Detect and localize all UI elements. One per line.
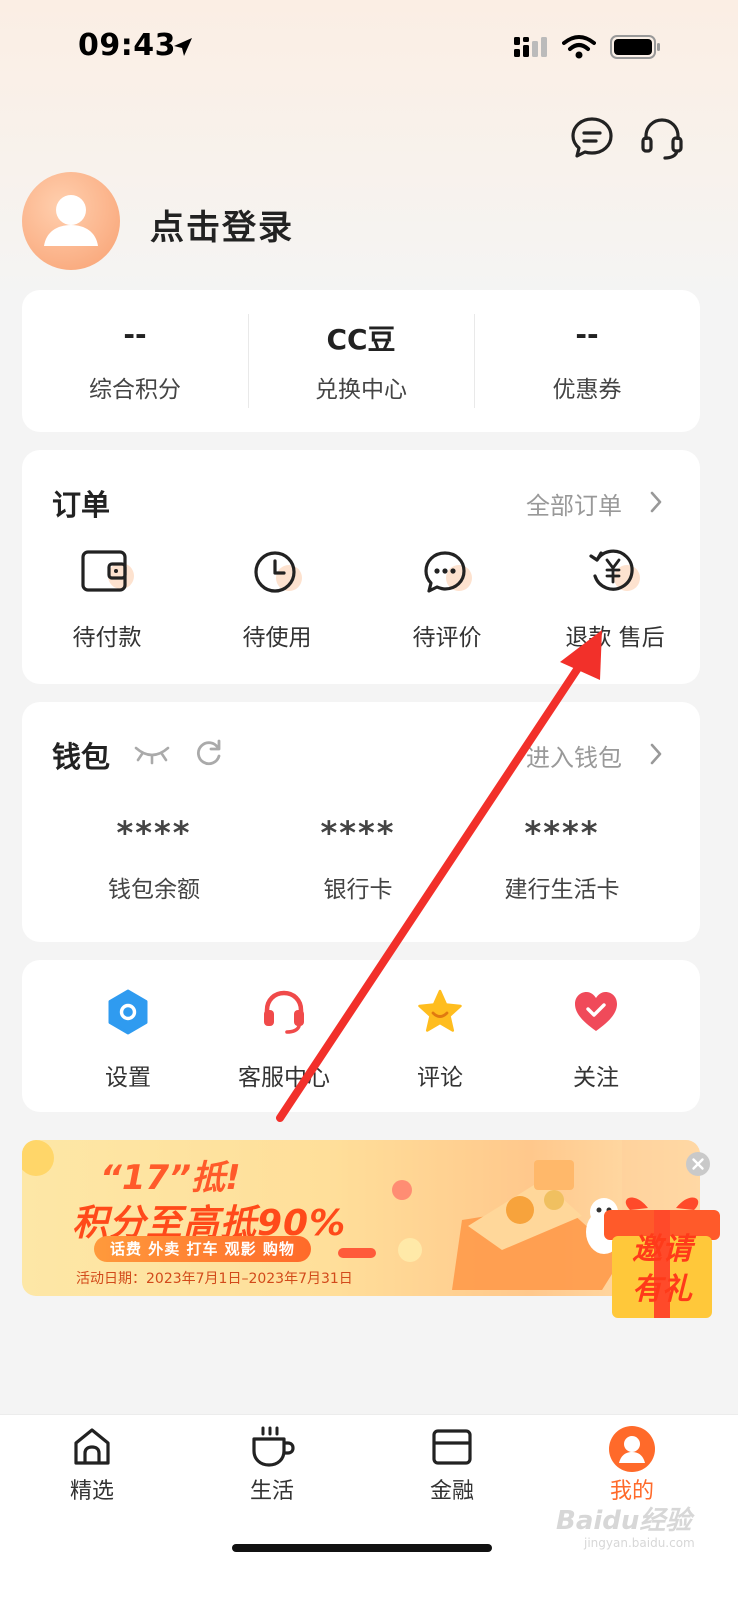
points-summary-card: -- 综合积分 CC豆 兑换中心 -- 优惠券: [22, 290, 700, 432]
card-icon: [432, 1429, 472, 1465]
order-item-label: 待使用: [242, 625, 312, 651]
stat-label: 优惠券: [552, 377, 622, 403]
banner-date: 活动日期：2023年7月1日–2023年7月31日: [76, 1271, 353, 1287]
service-label: 关注: [573, 1065, 619, 1091]
service-reviews[interactable]: 评论: [362, 988, 518, 1098]
battery-icon: [610, 35, 660, 59]
banner-close-button[interactable]: [686, 1152, 710, 1176]
avatar[interactable]: [22, 172, 120, 270]
stat-label: 综合积分: [89, 377, 181, 403]
star-icon: [418, 989, 462, 1032]
settings-hexagon-icon: [108, 989, 148, 1035]
wallet-balance-label[interactable]: 钱包余额: [54, 870, 254, 904]
wallet-card: 钱包 进入钱包 **** 钱包余额 **** 银行卡 **** 建行生活卡: [22, 702, 700, 942]
service-label: 评论: [417, 1065, 463, 1091]
stat-value: CC豆: [326, 323, 396, 356]
orders-title: 订单: [52, 488, 111, 522]
wallet-icon: [81, 550, 134, 592]
enter-wallet-link[interactable]: 进入钱包: [526, 738, 622, 773]
banner-title-line1: “17”抵!: [100, 1158, 241, 1198]
wallet-title: 钱包: [52, 740, 111, 774]
location-arrow-icon: [174, 38, 192, 56]
default-user-icon: [44, 195, 98, 246]
watermark-url: jingyan.baidu.com: [584, 1536, 695, 1550]
order-item-label: 待评价: [412, 625, 482, 651]
tab-label: 金融: [429, 1479, 474, 1504]
tab-label: 精选: [69, 1479, 114, 1504]
invite-text-line1: 邀请: [632, 1232, 692, 1267]
ccb-life-card-value: ****: [524, 814, 600, 852]
heart-icon: [575, 992, 617, 1031]
refund-yen-icon: [589, 549, 640, 591]
bank-card-value: ****: [320, 814, 396, 852]
order-pending-payment[interactable]: 待付款: [22, 546, 192, 666]
clock-icon: [254, 551, 302, 593]
stat-exchange-center[interactable]: CC豆 兑换中心: [248, 290, 474, 432]
chevron-right-icon[interactable]: [648, 490, 664, 514]
login-prompt[interactable]: 点击登录: [150, 200, 294, 249]
tab-featured[interactable]: 精选: [0, 1415, 184, 1525]
invite-gift-button[interactable]: 邀请 有礼: [600, 1186, 724, 1320]
customer-service-icon[interactable]: [638, 114, 686, 162]
order-item-label: 退款 售后: [565, 625, 665, 651]
services-card: 设置 客服中心 评论 关注: [22, 960, 700, 1112]
home-icon: [74, 1428, 110, 1465]
order-to-use[interactable]: 待使用: [192, 546, 362, 666]
service-customer-center[interactable]: 客服中心: [206, 988, 362, 1098]
stat-label: 兑换中心: [315, 377, 407, 403]
service-label: 客服中心: [238, 1065, 330, 1091]
all-orders-link[interactable]: 全部订单: [526, 486, 622, 521]
tab-life[interactable]: 生活: [180, 1415, 364, 1525]
home-indicator[interactable]: [232, 1544, 492, 1552]
watermark: Baidu经验: [556, 1506, 692, 1536]
headset-icon: [264, 990, 304, 1034]
status-time: 09:43: [78, 28, 176, 63]
stat-value: --: [575, 318, 599, 351]
chevron-right-icon[interactable]: [648, 742, 664, 766]
service-label: 设置: [105, 1065, 151, 1091]
stat-points[interactable]: -- 综合积分: [22, 290, 248, 432]
status-bar: 09:43: [0, 0, 738, 100]
service-follow[interactable]: 关注: [518, 988, 674, 1098]
cellular-signal-icon: [514, 37, 547, 57]
order-item-label: 待付款: [72, 625, 142, 651]
tab-finance[interactable]: 金融: [360, 1415, 544, 1525]
banner-tags: 话费 外卖 打车 观影 购物: [94, 1236, 311, 1262]
promo-banner[interactable]: “17”抵! 积分至高抵90% 话费 外卖 打车 观影 购物 活动日期：2023…: [22, 1140, 700, 1296]
banner-indicator: [338, 1248, 376, 1258]
eye-closed-icon[interactable]: [132, 740, 172, 766]
order-refund-aftersale[interactable]: 退款 售后: [530, 546, 700, 666]
refresh-icon[interactable]: [194, 738, 224, 768]
order-to-review[interactable]: 待评价: [362, 546, 532, 666]
close-icon: [692, 1158, 704, 1170]
cup-icon: [252, 1426, 295, 1467]
stat-coupons[interactable]: -- 优惠券: [474, 290, 700, 432]
service-settings[interactable]: 设置: [50, 988, 206, 1098]
user-icon: [609, 1426, 655, 1472]
stat-value: --: [123, 318, 147, 351]
invite-text-line2: 有礼: [632, 1272, 692, 1307]
comment-icon: [424, 551, 472, 593]
bank-card-label[interactable]: 银行卡: [258, 870, 458, 904]
tab-label: 生活: [249, 1479, 294, 1504]
wallet-balance-value: ****: [116, 814, 192, 852]
ccb-life-card-label[interactable]: 建行生活卡: [462, 870, 662, 904]
orders-card: 订单 全部订单 待付款 待使用 待评价 退款 售后: [22, 450, 700, 684]
message-icon[interactable]: [568, 114, 616, 162]
wifi-icon: [562, 35, 596, 59]
